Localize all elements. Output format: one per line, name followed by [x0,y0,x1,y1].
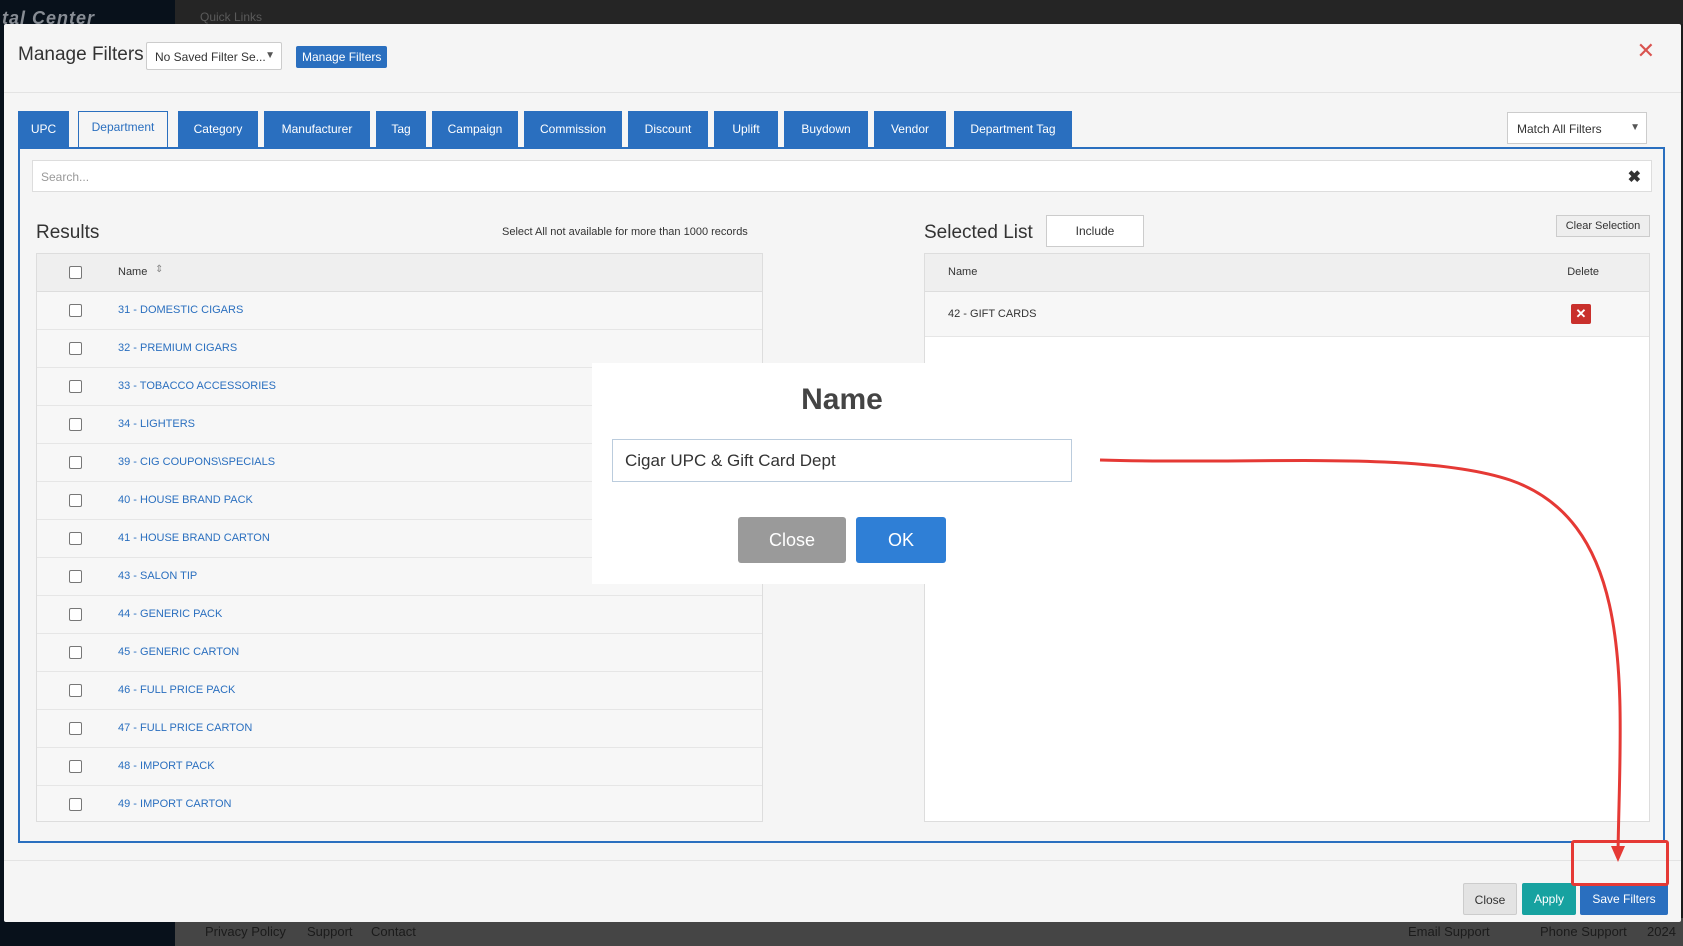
tab-campaign[interactable]: Campaign [432,111,518,147]
match-filters-select[interactable]: Match All Filters ▼ [1507,112,1647,144]
row-checkbox[interactable] [69,304,82,317]
row-checkbox[interactable] [69,646,82,659]
table-row[interactable]: 48 - IMPORT PACK [37,748,762,786]
tab-department-tag[interactable]: Department Tag [954,111,1072,147]
name-input[interactable]: Cigar UPC & Gift Card Dept [612,439,1072,482]
selected-table-header: Name Delete [925,254,1649,292]
results-note: Select All not available for more than 1… [502,226,748,238]
chevron-down-icon: ▼ [265,50,275,61]
row-label[interactable]: 43 - SALON TIP [118,570,197,582]
row-checkbox[interactable] [69,798,82,811]
row-checkbox[interactable] [69,608,82,621]
sort-icon[interactable]: ⇕ [155,264,163,275]
modal-header: Manage Filters No Saved Filter Se... ▼ M… [4,24,1681,93]
tab-department[interactable]: Department [78,111,168,147]
row-checkbox[interactable] [69,418,82,431]
row-checkbox[interactable] [69,342,82,355]
tab-commission[interactable]: Commission [524,111,622,147]
save-filters-button[interactable]: Save Filters [1580,883,1668,915]
selected-row-label: 42 - GIFT CARDS [948,308,1037,320]
results-title: Results [36,222,100,243]
search-placeholder: Search... [41,170,90,184]
table-row[interactable]: 46 - FULL PRICE PACK [37,672,762,710]
row-checkbox[interactable] [69,722,82,735]
clear-search-icon[interactable]: ✖ [1628,167,1641,187]
row-label[interactable]: 48 - IMPORT PACK [118,760,215,772]
selected-row: 42 - GIFT CARDS ✕ [925,292,1649,337]
results-column-name[interactable]: Name [118,266,147,278]
selected-column-name: Name [948,266,978,278]
match-filters-value: Match All Filters [1517,122,1602,136]
row-label[interactable]: 32 - PREMIUM CIGARS [118,342,237,354]
clear-selection-button[interactable]: Clear Selection [1556,215,1650,237]
table-row[interactable]: 44 - GENERIC PACK [37,596,762,634]
table-row[interactable]: 47 - FULL PRICE CARTON [37,710,762,748]
results-table-header: Name ⇕ [37,254,762,292]
name-dialog: Name Cigar UPC & Gift Card Dept Close OK [592,363,1092,584]
tab-discount[interactable]: Discount [628,111,708,147]
row-label[interactable]: 41 - HOUSE BRAND CARTON [118,532,270,544]
delete-icon[interactable]: ✕ [1571,304,1591,324]
select-all-checkbox[interactable] [69,266,82,279]
row-checkbox[interactable] [69,532,82,545]
tab-category[interactable]: Category [178,111,258,147]
table-row[interactable]: 49 - IMPORT CARTON [37,786,762,821]
close-icon[interactable]: ✕ [1637,38,1655,64]
modal-title: Manage Filters [18,44,144,65]
row-label[interactable]: 47 - FULL PRICE CARTON [118,722,252,734]
row-checkbox[interactable] [69,684,82,697]
tab-uplift[interactable]: Uplift [714,111,778,147]
row-checkbox[interactable] [69,456,82,469]
include-toggle[interactable]: Include [1046,215,1144,247]
row-checkbox[interactable] [69,380,82,393]
row-checkbox[interactable] [69,570,82,583]
table-row[interactable]: 31 - DOMESTIC CIGARS [37,292,762,330]
tab-buydown[interactable]: Buydown [784,111,868,147]
row-label[interactable]: 34 - LIGHTERS [118,418,195,430]
tab-vendor[interactable]: Vendor [874,111,946,147]
dialog-title: Name [801,383,883,416]
chevron-down-icon: ▼ [1630,122,1640,133]
selected-column-delete: Delete [1567,266,1599,278]
row-label[interactable]: 39 - CIG COUPONS\SPECIALS [118,456,275,468]
apply-button[interactable]: Apply [1522,883,1576,915]
row-checkbox[interactable] [69,494,82,507]
row-label[interactable]: 31 - DOMESTIC CIGARS [118,304,243,316]
row-checkbox[interactable] [69,760,82,773]
row-label[interactable]: 44 - GENERIC PACK [118,608,222,620]
manage-filters-button[interactable]: Manage Filters [296,46,388,68]
save-filters-highlight [1571,840,1669,886]
row-label[interactable]: 40 - HOUSE BRAND PACK [118,494,253,506]
tab-tag[interactable]: Tag [376,111,426,147]
dialog-close-button[interactable]: Close [738,517,846,563]
modal-footer: Close Apply Save Filters [4,860,1681,923]
close-button[interactable]: Close [1463,883,1517,915]
search-input[interactable]: Search... ✖ [32,160,1652,192]
tab-upc[interactable]: UPC [18,111,69,147]
row-label[interactable]: 33 - TOBACCO ACCESSORIES [118,380,276,392]
selected-list-title: Selected List [924,222,1033,243]
row-label[interactable]: 46 - FULL PRICE PACK [118,684,235,696]
row-label[interactable]: 45 - GENERIC CARTON [118,646,239,658]
saved-filter-value: No Saved Filter Se... [155,50,266,64]
row-label[interactable]: 49 - IMPORT CARTON [118,798,232,810]
tab-manufacturer[interactable]: Manufacturer [264,111,370,147]
saved-filter-select[interactable]: No Saved Filter Se... ▼ [146,42,282,70]
dialog-ok-button[interactable]: OK [856,517,946,563]
table-row[interactable]: 45 - GENERIC CARTON [37,634,762,672]
